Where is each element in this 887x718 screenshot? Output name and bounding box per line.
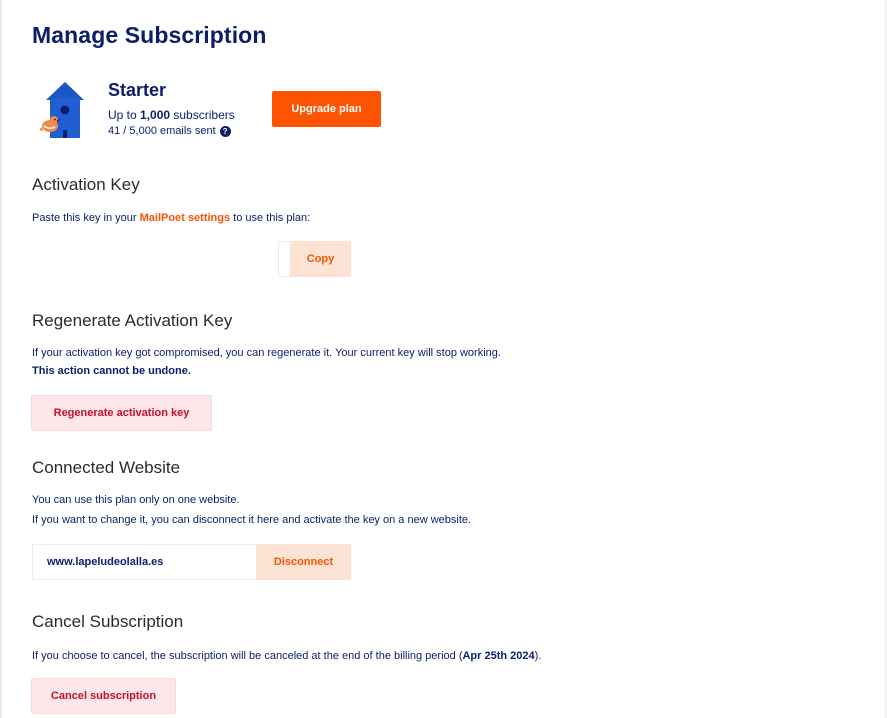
plan-subscribers-suffix: subscribers (170, 108, 235, 122)
regenerate-key-text: If your activation key got compromised, … (32, 347, 501, 359)
regenerate-key-button[interactable]: Regenerate activation key (31, 395, 212, 431)
cancel-text-prefix: If you choose to cancel, the subscriptio… (32, 650, 463, 662)
website-text-line2: If you want to change it, you can discon… (32, 514, 472, 526)
cancel-text-suffix: ). (534, 650, 542, 662)
website-text-line1: You can use this plan only on one websit… (32, 494, 240, 506)
help-icon[interactable]: ? (219, 125, 231, 137)
connected-website-title: Connected Website (32, 458, 181, 477)
activation-key-text: Paste this key in your MailPoet settings… (32, 212, 310, 224)
activation-text-prefix: Paste this key in your (32, 212, 140, 224)
copy-key-button[interactable]: Copy (290, 241, 351, 277)
billing-period-date: Apr 25th 2024 (462, 650, 535, 662)
activation-text-suffix: to use this plan: (230, 212, 311, 224)
activation-key-field-edge (278, 241, 290, 277)
activation-key-title: Activation Key (32, 175, 140, 194)
birdhouse-icon (38, 80, 90, 140)
cancel-subscription-title: Cancel Subscription (32, 612, 184, 631)
page-title: Manage Subscription (32, 22, 267, 48)
emails-sent-text: 41 / 5,000 emails sent (108, 125, 216, 137)
cancel-subscription-text: If you choose to cancel, the subscriptio… (32, 650, 541, 662)
disconnect-button[interactable]: Disconnect (256, 544, 351, 580)
mailpoet-settings-link[interactable]: MailPoet settings (140, 212, 230, 224)
plan-name: Starter (108, 80, 167, 100)
page-frame: Manage Subscription Starter Up to 1,000 … (0, 0, 886, 718)
connected-website-field: www.lapeludeolalla.es (32, 544, 256, 580)
plan-emails-sent: 41 / 5,000 emails sent ? (108, 125, 231, 137)
activation-key-field[interactable] (32, 241, 290, 277)
upgrade-plan-button[interactable]: Upgrade plan (272, 91, 381, 127)
plan-subscribers: Up to 1,000 subscribers (108, 108, 235, 122)
cancel-subscription-button[interactable]: Cancel subscription (31, 678, 176, 714)
plan-subscribers-prefix: Up to (108, 108, 141, 122)
plan-subscribers-count: 1,000 (140, 108, 171, 122)
regenerate-key-title: Regenerate Activation Key (32, 311, 233, 330)
regenerate-warning: This action cannot be undone. (32, 365, 191, 377)
